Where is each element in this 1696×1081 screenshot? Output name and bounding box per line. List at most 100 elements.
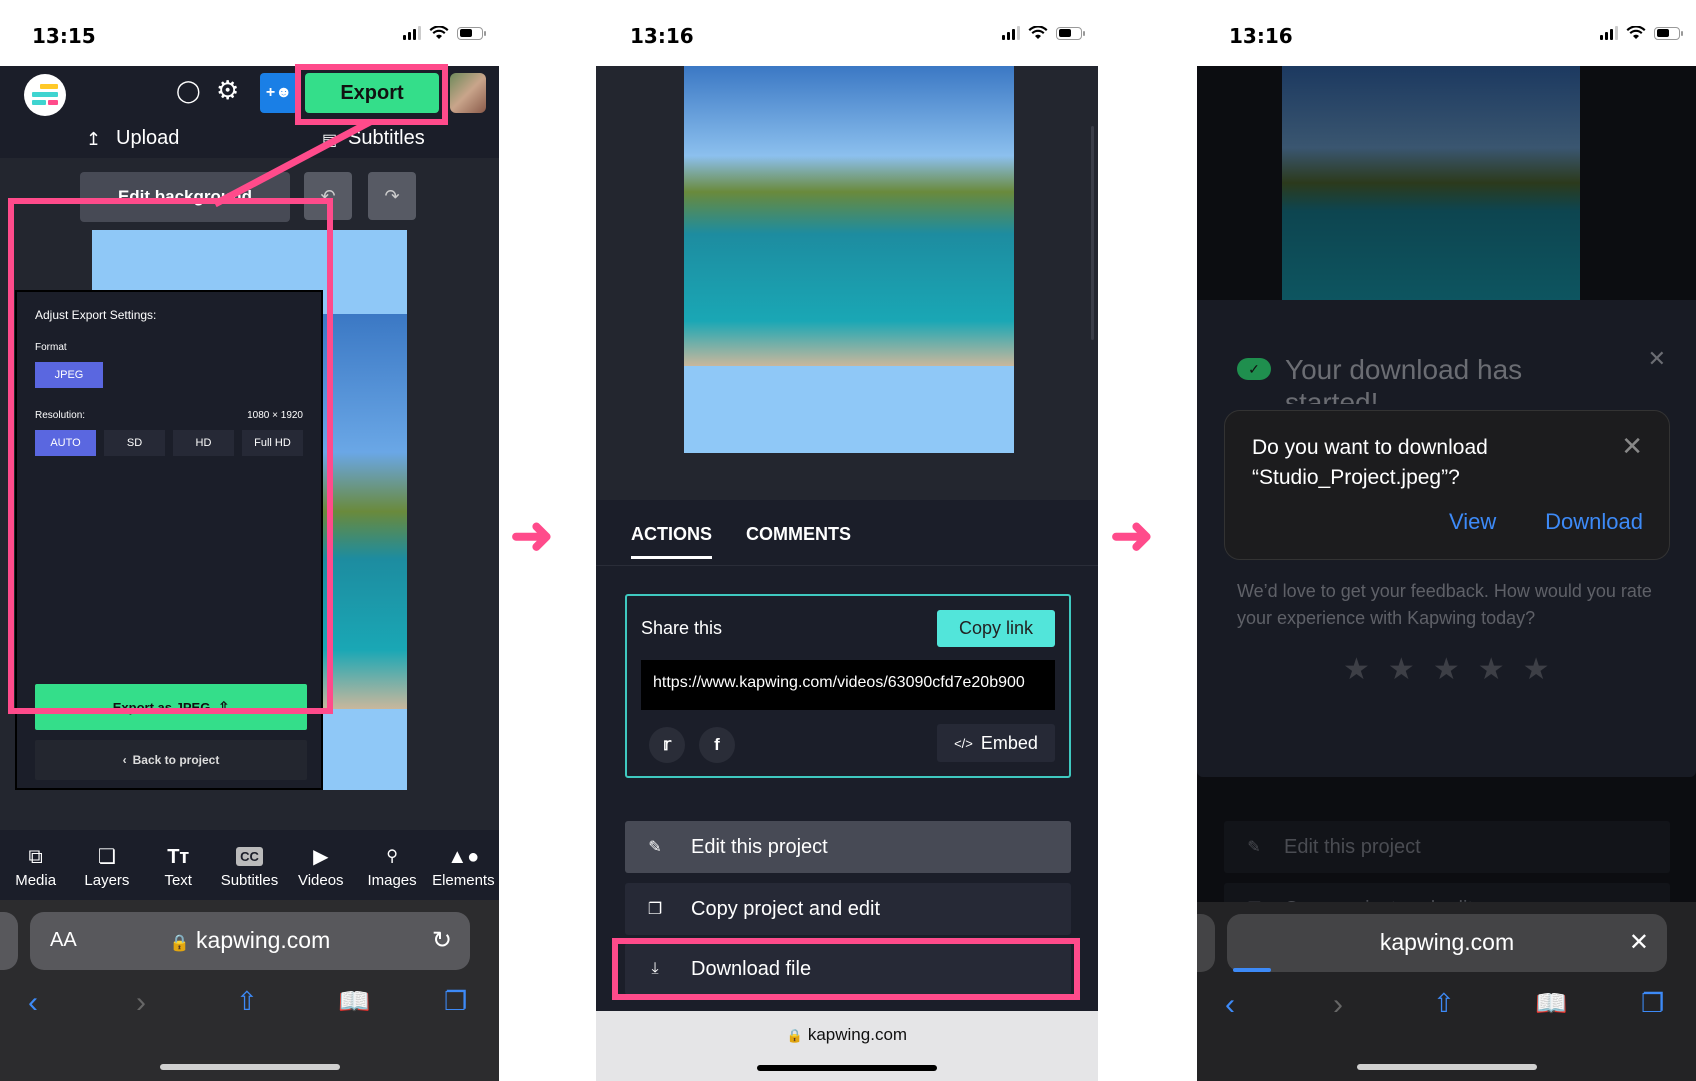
tabs-icon[interactable]: ❐ [444,986,467,1017]
facebook-icon[interactable]: f [699,727,735,763]
tab-comments[interactable]: COMMENTS [746,524,851,545]
search-icon: ⚲ [386,848,398,865]
resolution-sd-button[interactable]: SD [104,430,165,456]
tool-label: Media [15,872,57,889]
address-bar[interactable]: kapwing.com ✕ [1227,914,1667,972]
export-settings-title: Adjust Export Settings: [35,308,157,322]
share-url-field[interactable]: https://www.kapwing.com/videos/63090cfd7… [641,660,1055,710]
bottom-toolbar: ⧉ Media ❏ Layers Tт Text CC Subtitles ▶ Video… [0,830,499,902]
back-icon[interactable]: ‹ [28,986,38,1020]
previous-tab[interactable] [1197,914,1215,972]
tool-videos[interactable]: ▶ Videos [285,830,356,902]
forward-icon[interactable]: › [136,986,146,1020]
previous-tab[interactable] [0,912,18,970]
format-label: Format [35,342,67,353]
share-upload-icon: ⇧ [218,699,230,714]
resolution-fullhd-button[interactable]: Full HD [242,430,303,456]
address-url: 🔒 kapwing.com [596,1025,1098,1045]
status-time: 13:16 [1229,24,1293,48]
star-icon[interactable]: ★ [1388,652,1415,687]
shapes-icon: ▲● [447,846,480,868]
close-icon[interactable]: ✕ [1648,346,1666,372]
bookmarks-icon[interactable]: 📖 [1535,988,1567,1019]
resolution-auto-button[interactable]: AUTO [35,430,96,456]
stop-loading-icon[interactable]: ✕ [1629,928,1649,957]
share-page: ACTIONS COMMENTS Share this Copy link ht… [596,66,1098,1081]
action-label: Edit this project [691,835,828,858]
preview-photo [684,66,1014,366]
status-icons [1600,26,1683,40]
project-preview [684,66,1014,453]
edit-project-button: ✎ Edit this project [1224,821,1670,873]
status-bar: 13:16 [596,0,1098,66]
tool-text[interactable]: Tт Text [143,830,214,902]
safari-nav: ‹ › ⇧ 📖 ❐ [0,986,499,1026]
tool-elements[interactable]: ▲● Elements [428,830,499,902]
status-time: 13:16 [630,24,694,48]
star-icon[interactable]: ★ [1343,652,1370,687]
download-file-button[interactable]: ⤓ Download file [625,943,1071,995]
tab-actions[interactable]: ACTIONS [631,524,712,559]
share-box: Share this Copy link https://www.kapwing… [625,594,1071,778]
address-bar[interactable]: AA 🔒 kapwing.com ↻ [30,912,470,970]
lock-icon: 🔒 [786,1028,804,1043]
twitter-icon[interactable]: 𝕣 [649,727,685,763]
back-to-project-button[interactable]: ‹ Back to project [35,740,307,780]
tool-label: Subtitles [220,872,279,889]
panel-download-prompt: 13:16 ✓ Your download has started! ✕ We’… [1197,0,1696,1081]
format-jpeg-button[interactable]: JPEG [35,362,103,388]
tabs-icon[interactable]: ❐ [1641,988,1664,1019]
copy-link-button[interactable]: Copy link [937,610,1055,647]
safari-nav: ‹ › ⇧ 📖 ❐ [1197,988,1696,1028]
forward-icon[interactable]: › [1333,988,1343,1022]
action-label: Download file [691,957,812,980]
back-icon[interactable]: ‹ [1225,988,1235,1022]
url-text: kapwing.com [807,1025,908,1044]
question-filename: “Studio_Project.jpeg”? [1252,466,1460,489]
safari-toolbar: AA 🔒 kapwing.com ↻ ‹ › ⇧ 📖 ❐ [0,900,499,1081]
copy-project-button[interactable]: ❐ Copy project and edit [625,883,1071,935]
text-icon: Tт [167,846,190,868]
download-icon: ⤓ [651,960,659,977]
close-icon[interactable]: ✕ [1621,431,1643,462]
share-icon[interactable]: ⇧ [1433,988,1455,1019]
resolution-dimensions: 1080 × 1920 [247,410,303,421]
tool-label: Layers [84,872,130,889]
back-to-project-label: Back to project [132,753,220,767]
tool-media[interactable]: ⧉ Media [0,830,71,902]
star-icon[interactable]: ★ [1433,652,1460,687]
export-settings-panel: Adjust Export Settings: Format JPEG Reso… [15,290,323,790]
tool-images[interactable]: ⚲ Images [356,830,427,902]
scrollbar[interactable] [1091,126,1094,340]
tool-layers[interactable]: ❏ Layers [71,830,142,902]
reload-icon[interactable]: ↻ [432,926,452,955]
lock-icon: 🔒 [169,935,190,952]
view-button[interactable]: View [1449,509,1496,535]
actions-section: Share this Copy link https://www.kapwing… [596,566,1098,1081]
home-indicator [1356,1064,1537,1070]
embed-button[interactable]: </> Embed [937,724,1055,762]
safari-compact-bar[interactable]: 🔒 kapwing.com [596,1011,1098,1081]
resolution-hd-button[interactable]: HD [173,430,234,456]
rating-stars: ★ ★ ★ ★ ★ [1343,652,1550,687]
download-started-title-2: started! [1285,390,1378,404]
download-confirm-dialog: Do you want to download “Studio_Project.… [1224,410,1670,560]
tool-label: Images [367,872,417,889]
star-icon[interactable]: ★ [1523,652,1550,687]
edit-project-button[interactable]: ✎ Edit this project [625,821,1071,873]
share-icon[interactable]: ⇧ [236,986,258,1017]
url-text: kapwing.com [1379,929,1515,955]
download-button[interactable]: Download [1545,509,1643,535]
signal-icon [1600,26,1618,40]
question-line: Do you want to download [1252,436,1488,459]
home-indicator [757,1065,937,1071]
export-as-jpeg-button[interactable]: Export as JPEG ⇧ [35,684,307,730]
safari-toolbar: kapwing.com ✕ ‹ › ⇧ 📖 ❐ [1197,902,1696,1081]
project-preview [1282,66,1580,300]
star-icon[interactable]: ★ [1478,652,1505,687]
panel-share-actions: 13:16 ACTIONS COMMENTS Share this Copy l… [596,0,1098,1081]
tabs: ACTIONS COMMENTS [596,500,1098,566]
tool-subtitles[interactable]: CC Subtitles [214,830,285,902]
status-bar: 13:16 [1197,0,1696,66]
bookmarks-icon[interactable]: 📖 [338,986,370,1017]
